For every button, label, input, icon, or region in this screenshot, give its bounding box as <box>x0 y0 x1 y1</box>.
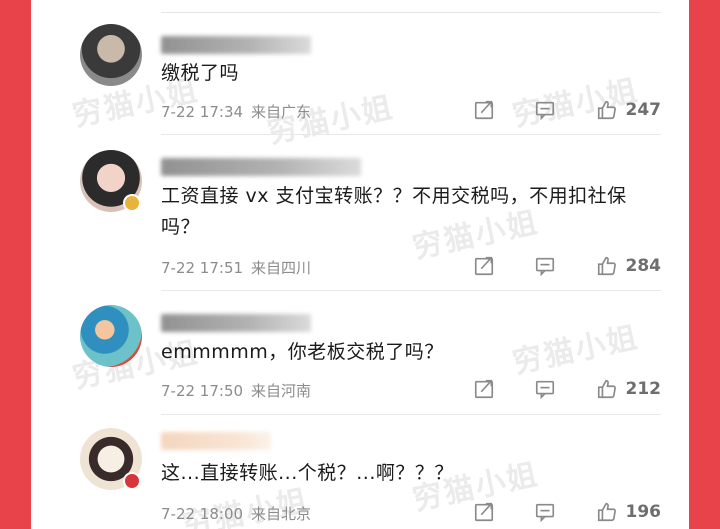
comment-meta: 7-22 17:51 来自四川 <box>161 257 319 278</box>
thumbs-up-icon <box>596 501 618 523</box>
comment-actions: 247 <box>473 97 661 123</box>
comment-icon[interactable] <box>534 255 556 277</box>
username[interactable] <box>161 432 271 450</box>
share-icon[interactable] <box>473 501 495 523</box>
comment-meta: 7-22 17:34 来自广东 <box>161 101 319 122</box>
verified-badge-icon <box>123 194 141 212</box>
comment-date: 7-22 17:51 <box>161 259 244 277</box>
like-button[interactable]: 284 <box>596 255 662 277</box>
divider <box>161 414 661 415</box>
like-count: 284 <box>625 256 662 276</box>
divider <box>161 12 661 13</box>
comment-actions: 284 <box>473 253 661 279</box>
comment-location: 来自河南 <box>251 382 312 400</box>
like-button[interactable]: 247 <box>596 99 662 121</box>
comment-panel: 穷猫小姐 穷猫小姐 穷猫小姐 穷猫小姐 穷猫小姐 穷猫小姐 穷猫小姐 穷猫小姐 … <box>31 0 689 529</box>
thumbs-up-icon <box>596 99 618 121</box>
like-button[interactable]: 196 <box>596 501 662 523</box>
comment-date: 7-22 18:00 <box>161 505 244 523</box>
comment-date: 7-22 17:34 <box>161 103 244 121</box>
divider <box>161 134 661 135</box>
comment-date: 7-22 17:50 <box>161 382 244 400</box>
share-icon[interactable] <box>473 255 495 277</box>
comment-text: 工资直接 vx 支付宝转账？？不用交税吗，不用扣社保吗？ <box>161 185 627 238</box>
comment-icon[interactable] <box>534 501 556 523</box>
member-badge-icon <box>123 472 141 490</box>
thumbs-up-icon <box>596 378 618 400</box>
comment-text: 缴税了吗 <box>161 62 240 84</box>
avatar[interactable] <box>80 305 142 367</box>
comment-location: 来自四川 <box>251 259 312 277</box>
username[interactable] <box>161 158 361 176</box>
username[interactable] <box>161 314 311 332</box>
comment-icon[interactable] <box>534 99 556 121</box>
like-count: 247 <box>625 100 662 120</box>
comment-text: emmmmm，你老板交税了吗？ <box>161 341 444 363</box>
comment-meta: 7-22 18:00 来自北京 <box>161 503 319 524</box>
divider <box>161 290 661 291</box>
comment-actions: 212 <box>473 376 661 402</box>
comment-actions: 196 <box>473 499 661 525</box>
like-count: 212 <box>625 379 662 399</box>
share-icon[interactable] <box>473 378 495 400</box>
comment-icon[interactable] <box>534 378 556 400</box>
thumbs-up-icon <box>596 255 618 277</box>
comment-text: 这...直接转账...个税？...啊？？？ <box>161 462 454 484</box>
avatar[interactable] <box>80 24 142 86</box>
like-button[interactable]: 212 <box>596 378 662 400</box>
like-count: 196 <box>625 502 662 522</box>
username[interactable] <box>161 36 311 54</box>
comment-meta: 7-22 17:50 来自河南 <box>161 380 319 401</box>
comment-location: 来自北京 <box>251 505 312 523</box>
share-icon[interactable] <box>473 99 495 121</box>
comment-location: 来自广东 <box>251 103 312 121</box>
